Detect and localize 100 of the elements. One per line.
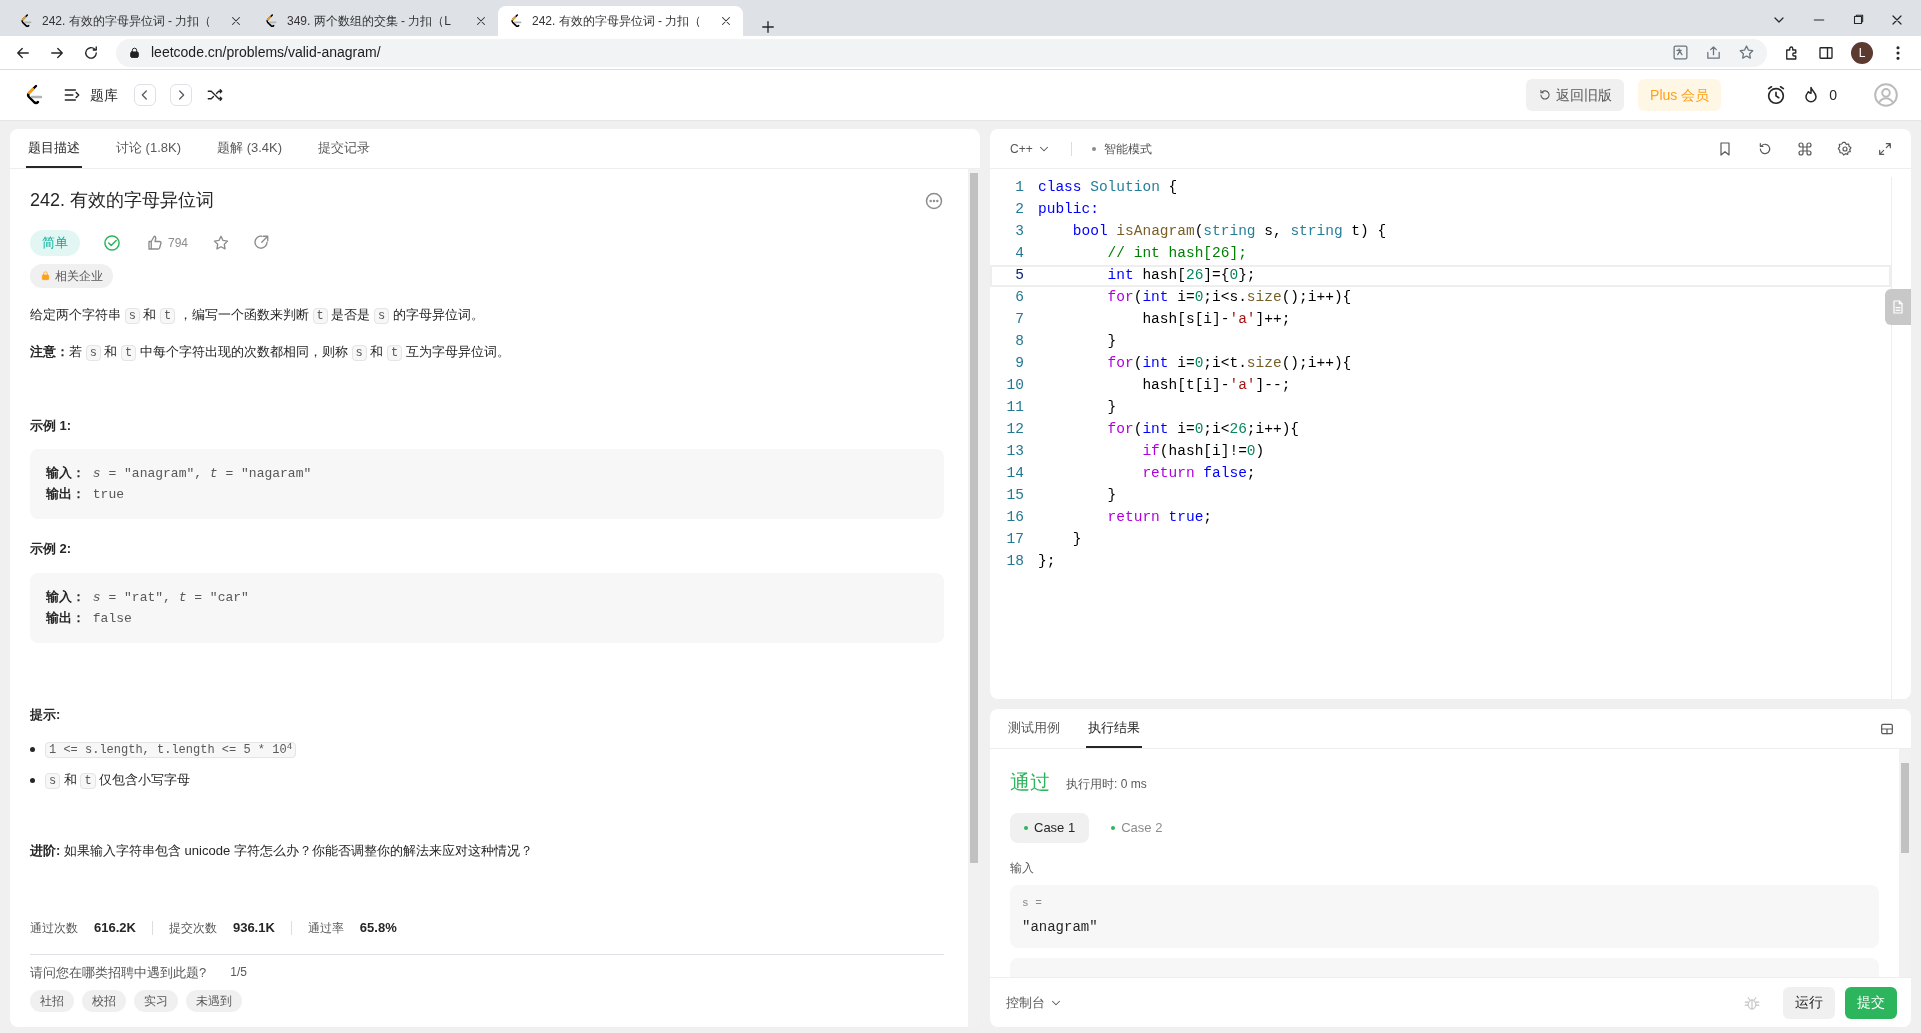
stat-value: 65.8% <box>359 919 397 937</box>
input-label: 输入 <box>1010 859 1035 877</box>
share-icon[interactable] <box>252 233 271 252</box>
code-line: } <box>1106 398 1117 418</box>
language-select[interactable]: C++ <box>1008 137 1053 160</box>
panel-tab[interactable]: 题解 (3.4K) <box>215 129 285 168</box>
mode-toggle[interactable]: 智能模式 <box>1089 137 1154 160</box>
stat-label: 提交次数 <box>168 919 217 937</box>
reset-icon[interactable] <box>1757 140 1773 157</box>
panel-tab[interactable]: 题目描述 <box>26 129 82 168</box>
line-number: 11 <box>1005 398 1025 418</box>
code-line: hash[t[i]-'a']--; <box>1141 376 1291 396</box>
survey-option[interactable]: 校招 <box>82 990 126 1012</box>
panel-tab[interactable]: 测试用例 <box>1006 709 1062 748</box>
code-line: return false; <box>1141 464 1256 484</box>
panel-tab[interactable]: 讨论 (1.8K) <box>114 129 183 168</box>
stat-label: 通过次数 <box>30 919 78 937</box>
settings-icon[interactable] <box>1837 140 1853 157</box>
like-button[interactable]: 794 <box>144 231 191 254</box>
code-line: return true; <box>1106 508 1213 528</box>
survey-option[interactable]: 社招 <box>30 990 74 1012</box>
survey-option[interactable]: 实习 <box>134 990 178 1012</box>
site-logo-icon <box>263 13 279 29</box>
panel-tab[interactable]: 执行结果 <box>1086 709 1142 748</box>
bookmark-icon[interactable] <box>1717 140 1733 157</box>
code-line: } <box>1106 486 1117 506</box>
example-block: 输入： s = "rat", t = "car" 输出： false <box>30 572 944 643</box>
survey-option[interactable]: 未遇到 <box>186 990 242 1012</box>
difficulty-tag: 简单 <box>30 230 80 256</box>
problem-bank-button[interactable]: 题库 <box>60 82 120 108</box>
code-line: class Solution { <box>1038 178 1178 198</box>
restore-icon[interactable] <box>1851 13 1865 27</box>
code-line: for(int i=0;i<t.size();i++){ <box>1106 354 1352 374</box>
star-icon[interactable] <box>212 233 231 252</box>
line-number: 17 <box>1005 530 1025 550</box>
address-field[interactable]: leetcode.cn/problems/valid-anagram/ <box>116 38 1767 67</box>
line-number: 13 <box>1005 442 1025 462</box>
lock-icon <box>128 46 141 59</box>
companies-tag[interactable]: 相关企业 <box>30 263 113 288</box>
line-number: 15 <box>1005 486 1025 506</box>
reload-icon[interactable] <box>82 43 100 62</box>
code-line: for(int i=0;i<s.size();i++){ <box>1106 288 1352 308</box>
hints-heading: 提示: <box>30 705 62 724</box>
new-tab-icon[interactable] <box>759 18 777 36</box>
problem-title: 242. 有效的字母异位词 <box>30 189 215 212</box>
profile-avatar[interactable]: L <box>1851 41 1873 64</box>
translate-icon[interactable] <box>1672 44 1689 61</box>
survey-question: 请问您在哪类招聘中遇到此题? <box>30 963 207 982</box>
line-number: 7 <box>1014 310 1025 330</box>
stat-value: 936.1K <box>232 919 275 937</box>
code-line: hash[s[i]-'a']++; <box>1141 310 1291 330</box>
code-line: // int hash[26]; <box>1106 244 1247 264</box>
line-number: 5 <box>1014 266 1025 286</box>
line-number: 16 <box>1005 508 1025 528</box>
line-number: 2 <box>1014 200 1025 220</box>
panel-tab[interactable]: 提交记录 <box>316 129 373 168</box>
example-block: 输入： s = "anagram", t = "nagaram" 输出： true <box>30 449 944 519</box>
code-line: if(hash[i]!=0) <box>1141 442 1265 462</box>
code-line: } <box>1071 530 1082 550</box>
bookmark-star-icon[interactable] <box>1738 44 1755 61</box>
old-version-button[interactable]: 返回旧版 <box>1526 79 1625 111</box>
line-number: 9 <box>1014 354 1025 374</box>
lock-icon <box>40 270 51 281</box>
result-status: 通过 <box>1010 770 1050 795</box>
share-icon[interactable] <box>1705 44 1722 61</box>
scrollbar[interactable] <box>968 169 980 1027</box>
line-number: 3 <box>1014 222 1025 242</box>
case-tab[interactable]: Case 2 <box>1097 813 1177 843</box>
next-button[interactable] <box>170 84 192 106</box>
example-heading: 示例 1: <box>30 416 73 435</box>
previous-button[interactable] <box>134 84 156 106</box>
line-number: 4 <box>1014 244 1025 264</box>
shuffle-icon[interactable] <box>206 86 224 104</box>
expand-icon[interactable] <box>1877 140 1893 157</box>
input-value-box: s = "anagram" <box>1010 884 1879 948</box>
line-number: 12 <box>1005 420 1025 440</box>
line-number: 10 <box>1005 376 1025 396</box>
site-logo-icon <box>508 13 524 29</box>
code-line: bool isAnagram(string s, string t) { <box>1071 222 1387 242</box>
streak-count: 0 <box>1829 85 1837 105</box>
more-options-icon[interactable] <box>924 190 944 211</box>
close-icon[interactable] <box>474 14 488 28</box>
browser-tab[interactable]: 242. 有效的字母异位词 - 力扣（ <box>8 6 253 36</box>
close-icon[interactable] <box>229 14 243 28</box>
browser-tab[interactable]: 242. 有效的字母异位词 - 力扣（ <box>498 6 743 36</box>
close-icon[interactable] <box>719 14 733 28</box>
document-icon <box>1890 299 1906 315</box>
line-number: 8 <box>1014 332 1025 352</box>
stat-label: 通过率 <box>307 919 344 937</box>
scrollbar[interactable] <box>1899 749 1911 977</box>
run-button[interactable]: 运行 <box>1783 986 1835 1019</box>
console-toggle[interactable]: 控制台 <box>1004 990 1065 1015</box>
case-tab[interactable]: Case 1 <box>1010 813 1090 843</box>
code-line: public: <box>1038 200 1099 220</box>
code-line: } <box>1106 332 1117 352</box>
command-key-icon[interactable] <box>1797 140 1813 157</box>
site-logo-icon <box>18 13 34 29</box>
line-number: 14 <box>1005 464 1025 484</box>
browser-tab[interactable]: 349. 两个数组的交集 - 力扣（L <box>253 6 498 36</box>
follow-up-text: 进阶: 如果输入字符串包含 unicode 字符怎么办？你能否调整你的解法来应对这种情况？ <box>30 842 534 860</box>
